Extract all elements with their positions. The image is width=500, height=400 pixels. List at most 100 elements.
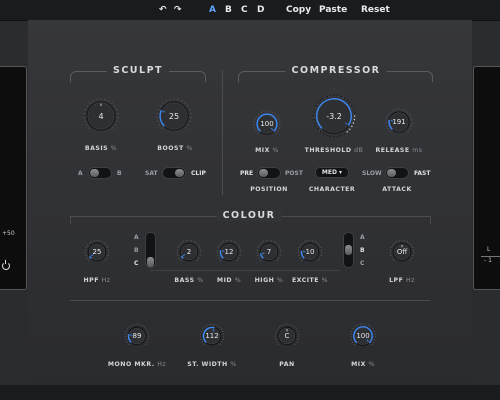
bass-switch-a: A [134, 234, 139, 241]
knob-tick [158, 124, 161, 126]
knob-tick [409, 259, 411, 261]
stereo-width-knob[interactable]: 112 [198, 322, 226, 350]
ab-toggle-right-label: B [117, 170, 122, 177]
boost-knob[interactable]: 25 [152, 94, 196, 138]
knob-tick [368, 324, 370, 326]
knob-tick [274, 113, 277, 115]
attack-toggle[interactable] [385, 167, 409, 179]
attack-label: ATTACK [382, 186, 412, 193]
knob-tick [187, 105, 189, 107]
sat-clip-toggle[interactable] [162, 167, 186, 179]
colour-line-right [430, 216, 431, 224]
knob-tick [195, 242, 198, 244]
excite-mode-switch[interactable] [343, 232, 354, 268]
lpf-knob[interactable]: Off [388, 238, 416, 266]
mono-maker-knob[interactable]: 89 [123, 322, 151, 350]
bass-label: BASS % [174, 277, 204, 284]
threshold-dot [333, 135, 335, 138]
reset-button[interactable]: Reset [361, 4, 390, 16]
knob-tick [141, 324, 143, 327]
excite-switch-c: C [360, 260, 365, 267]
paste-button[interactable]: Paste [319, 4, 347, 16]
bottom-bar [0, 385, 500, 400]
ab-toggle[interactable] [88, 167, 112, 179]
copy-button[interactable]: Copy [286, 4, 311, 16]
threshold-dot [353, 115, 356, 117]
knob-tick [372, 328, 374, 330]
knob-tick [390, 247, 392, 249]
knob-tick [301, 259, 303, 261]
pan-knob[interactable]: C [273, 322, 301, 350]
release-knob[interactable]: 191 [383, 106, 415, 138]
knob-tick [275, 331, 277, 333]
knob-tick [370, 325, 372, 328]
knob-tick [108, 100, 110, 102]
knob-tick [277, 130, 279, 132]
top-toolbar: ↶ ↷ A B C D Copy Paste Reset [0, 0, 500, 21]
knob-tick [410, 116, 412, 118]
threshold-dot [322, 97, 325, 99]
knob-tick [180, 242, 183, 244]
threshold-dot [346, 99, 349, 101]
knob-tick [143, 326, 146, 328]
basis-knob[interactable]: 4 [79, 94, 123, 138]
knob-tick [222, 331, 224, 333]
knob-tick [320, 247, 322, 249]
knob-face [160, 102, 188, 130]
threshold-dot [340, 134, 342, 137]
knob-tick [111, 102, 113, 104]
knob-face [128, 327, 146, 345]
power-icon[interactable] [2, 260, 10, 270]
threshold-dot [322, 133, 325, 135]
character-dropdown[interactable]: MED ▾ [315, 167, 349, 178]
knob-tick [255, 130, 257, 132]
slow-label: SLOW [362, 170, 382, 177]
knob-tick [354, 325, 356, 328]
knob-tick [236, 259, 238, 261]
bass-knob[interactable]: 2 [175, 238, 203, 266]
threshold-knob[interactable]: -3.2 [307, 89, 361, 143]
knob-tick [301, 242, 304, 244]
knob-face [317, 99, 351, 133]
preset-d-button[interactable]: D [257, 4, 264, 16]
sat-label: SAT [145, 170, 158, 177]
redo-icon[interactable]: ↷ [174, 4, 182, 16]
threshold-dot [313, 122, 316, 124]
comp-mix-label: MIX % [255, 147, 279, 154]
preset-c-button[interactable]: C [241, 4, 248, 16]
knob-tick [281, 324, 283, 327]
mid-knob[interactable]: 12 [215, 238, 243, 266]
knob-tick [88, 259, 90, 261]
comp-mix-knob[interactable]: 100 [251, 108, 283, 140]
undo-icon[interactable]: ↶ [159, 4, 167, 16]
knob-tick [203, 343, 205, 345]
knob-face [389, 112, 409, 132]
knob-tick [198, 257, 200, 259]
high-knob[interactable]: 7 [255, 238, 283, 266]
hpf-knob[interactable]: 25 [83, 238, 111, 266]
position-toggle[interactable] [257, 167, 281, 179]
lpf-label: LPF Hz [389, 277, 415, 284]
preset-a-button[interactable]: A [209, 4, 216, 16]
knob-tick [201, 341, 203, 343]
threshold-dot [352, 108, 355, 110]
knob-tick [115, 108, 118, 110]
preset-b-button[interactable]: B [225, 4, 232, 16]
bass-mode-switch[interactable] [145, 232, 156, 268]
knob-tick [406, 111, 409, 113]
excite-knob[interactable]: 10 [296, 238, 324, 266]
knob-tick [86, 105, 88, 107]
knob-tick [296, 341, 298, 343]
excite-label: EXCITE % [291, 277, 329, 284]
knob-tick [85, 124, 88, 126]
knob-tick [294, 343, 296, 345]
output-mix-knob[interactable]: 100 [348, 321, 378, 351]
threshold-dot [313, 108, 316, 110]
knob-tick [277, 244, 280, 246]
release-label: RELEASE ms [375, 147, 423, 154]
knob-face [203, 327, 221, 345]
knob-tick [349, 103, 352, 105]
knob-tick [196, 259, 198, 261]
knob-tick [389, 130, 391, 132]
threshold-dot [312, 115, 315, 117]
